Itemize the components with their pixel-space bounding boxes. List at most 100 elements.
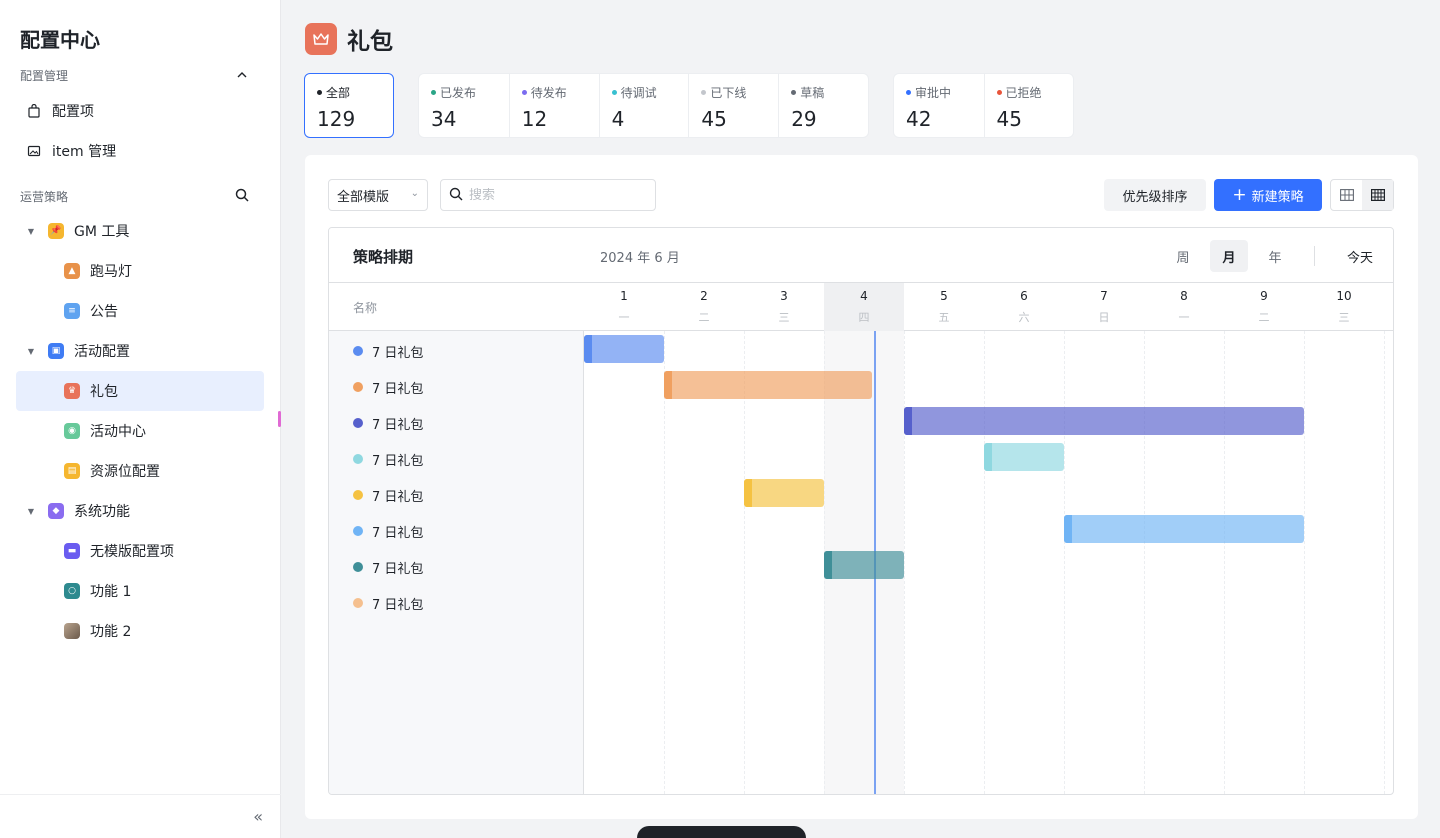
schedule-bar[interactable] xyxy=(664,371,872,399)
day-number: 7 xyxy=(1100,289,1108,303)
strategy-row-label[interactable]: 7 日礼包 xyxy=(353,521,423,541)
status-dot xyxy=(791,90,797,95)
grid-line xyxy=(1384,331,1385,794)
schedule-bar[interactable] xyxy=(904,407,1304,435)
day-number: 10 xyxy=(1336,289,1352,303)
stat-draft[interactable]: 草稿 29 xyxy=(778,74,868,137)
stat-published[interactable]: 已发布 34 xyxy=(419,74,509,137)
row-name: 7 日礼包 xyxy=(372,381,424,397)
search-icon xyxy=(449,186,463,205)
sidebar-item-marquee[interactable]: ▲ 跑马灯 xyxy=(16,251,264,291)
bar-start-handle[interactable] xyxy=(984,443,992,471)
chevron-up-icon[interactable] xyxy=(234,67,250,83)
sidebar-item-resource-slot[interactable]: ▤ 资源位配置 xyxy=(16,451,264,491)
scale-month[interactable]: 月 xyxy=(1210,240,1248,272)
day-number: 5 xyxy=(940,289,948,303)
scale-year[interactable]: 年 xyxy=(1256,240,1294,272)
status-dot xyxy=(701,90,707,95)
row-name: 7 日礼包 xyxy=(372,597,424,613)
today-button[interactable]: 今天 xyxy=(1331,247,1389,266)
stat-value: 42 xyxy=(906,107,932,131)
gantt-timeline: 2024 年 6 月 周 月 年 今天 1 一 2 二 3 三 4 四 5 五 6 六 7 日 8 一 9 二 10… xyxy=(584,228,1393,794)
plus-icon: + xyxy=(1232,184,1247,205)
stat-pending-debug[interactable]: 待调试 4 xyxy=(598,74,689,137)
bar-start-handle[interactable] xyxy=(664,371,672,399)
day-column-header: 4四 xyxy=(824,283,904,331)
stat-all[interactable]: 全部 129 xyxy=(304,73,394,138)
grid-line xyxy=(664,331,665,794)
day-number: 6 xyxy=(1020,289,1028,303)
strategy-row-label[interactable]: 7 日礼包 xyxy=(353,377,423,397)
row-color-dot xyxy=(353,598,363,608)
grid-line xyxy=(1224,331,1225,794)
bar-start-handle[interactable] xyxy=(744,479,752,507)
gantt-view-icon[interactable] xyxy=(1362,180,1393,210)
day-number: 3 xyxy=(780,289,788,303)
search-icon[interactable] xyxy=(234,187,250,203)
sidebar-item-label: 活动配置 xyxy=(74,344,130,360)
search-input[interactable] xyxy=(469,187,639,203)
bar-start-handle[interactable] xyxy=(904,407,912,435)
sidebar-item-function-1[interactable]: ○ 功能 1 xyxy=(16,571,264,611)
strategy-row-label[interactable]: 7 日礼包 xyxy=(353,485,423,505)
stat-group-review: 审批中 42 已拒绝 45 xyxy=(893,73,1074,138)
stat-offline[interactable]: 已下线 45 xyxy=(688,74,778,137)
sidebar-item-announcement[interactable]: ≡ 公告 xyxy=(16,291,264,331)
schedule-bar[interactable] xyxy=(1064,515,1304,543)
sidebar-item-activity-center[interactable]: ◉ 活动中心 xyxy=(16,411,264,451)
bottom-overlay-pill xyxy=(637,826,806,838)
sidebar-item-config[interactable]: 配置项 xyxy=(16,91,264,131)
section-config-management: 配置管理 xyxy=(20,69,69,83)
stat-pending-publish[interactable]: 待发布 12 xyxy=(508,74,599,137)
row-color-dot xyxy=(353,454,363,464)
divider xyxy=(1314,246,1315,266)
strategy-row-label[interactable]: 7 日礼包 xyxy=(353,593,423,613)
bar-start-handle[interactable] xyxy=(584,335,592,363)
strategy-row-label[interactable]: 7 日礼包 xyxy=(353,449,423,469)
sidebar-group-gm-tools[interactable]: ▼ 📌 GM 工具 xyxy=(16,211,264,251)
strategy-row-label[interactable]: 7 日礼包 xyxy=(353,413,423,433)
strategy-row-label[interactable]: 7 日礼包 xyxy=(353,557,423,577)
sidebar-item-item-management[interactable]: item 管理 xyxy=(16,131,264,171)
sidebar-group-activity-config[interactable]: ▼ ▣ 活动配置 xyxy=(16,331,264,371)
schedule-bar[interactable] xyxy=(584,335,664,363)
status-dot xyxy=(996,90,1002,95)
row-color-dot xyxy=(353,526,363,536)
sidebar-item-gift-pack[interactable]: ♛ 礼包 xyxy=(16,371,264,411)
day-number: 9 xyxy=(1260,289,1268,303)
table-view-icon[interactable] xyxy=(1331,180,1362,210)
row-color-dot xyxy=(353,562,363,572)
resize-handle[interactable] xyxy=(278,411,281,427)
new-strategy-button[interactable]: + 新建策略 xyxy=(1214,179,1322,211)
grid-line xyxy=(744,331,745,794)
day-header: 1 一 2 二 3 三 4 四 5 五 6 六 7 日 8 一 9 二 10 三 xyxy=(584,283,1393,331)
schedule-bar[interactable] xyxy=(744,479,824,507)
stat-under-review[interactable]: 审批中 42 xyxy=(894,74,984,137)
collapse-sidebar-icon[interactable]: « xyxy=(253,807,263,826)
day-column-header: 8一 xyxy=(1144,283,1224,331)
sidebar-item-no-template-config[interactable]: ▬ 无模版配置项 xyxy=(16,531,264,571)
strategy-row-label[interactable]: 7 日礼包 xyxy=(353,341,423,361)
search-box xyxy=(440,179,656,211)
template-select[interactable]: 全部模版 ⌄ xyxy=(328,179,428,211)
caret-down-icon: ▼ xyxy=(27,346,35,356)
sidebar-group-system-functions[interactable]: ▼ ◆ 系统功能 xyxy=(16,491,264,531)
weekday-label: 三 xyxy=(1338,311,1350,324)
priority-sort-button[interactable]: 优先级排序 xyxy=(1104,179,1206,211)
name-column-header: 名称 xyxy=(353,301,378,315)
grid-line xyxy=(1144,331,1145,794)
sidebar-item-label: item 管理 xyxy=(52,144,117,160)
weekday-label: 三 xyxy=(778,311,790,324)
day-column-header: 2二 xyxy=(664,283,744,331)
schedule-bar[interactable] xyxy=(984,443,1064,471)
row-name: 7 日礼包 xyxy=(372,525,424,541)
scale-week[interactable]: 周 xyxy=(1164,240,1202,272)
day-column-header: 1一 xyxy=(584,283,664,331)
schedule-bar[interactable] xyxy=(824,551,904,579)
stat-rejected[interactable]: 已拒绝 45 xyxy=(983,74,1074,137)
sidebar-item-function-2[interactable]: 功能 2 xyxy=(16,611,264,651)
bar-start-handle[interactable] xyxy=(1064,515,1072,543)
day-number: 8 xyxy=(1180,289,1188,303)
grid-line xyxy=(984,331,985,794)
bar-start-handle[interactable] xyxy=(824,551,832,579)
